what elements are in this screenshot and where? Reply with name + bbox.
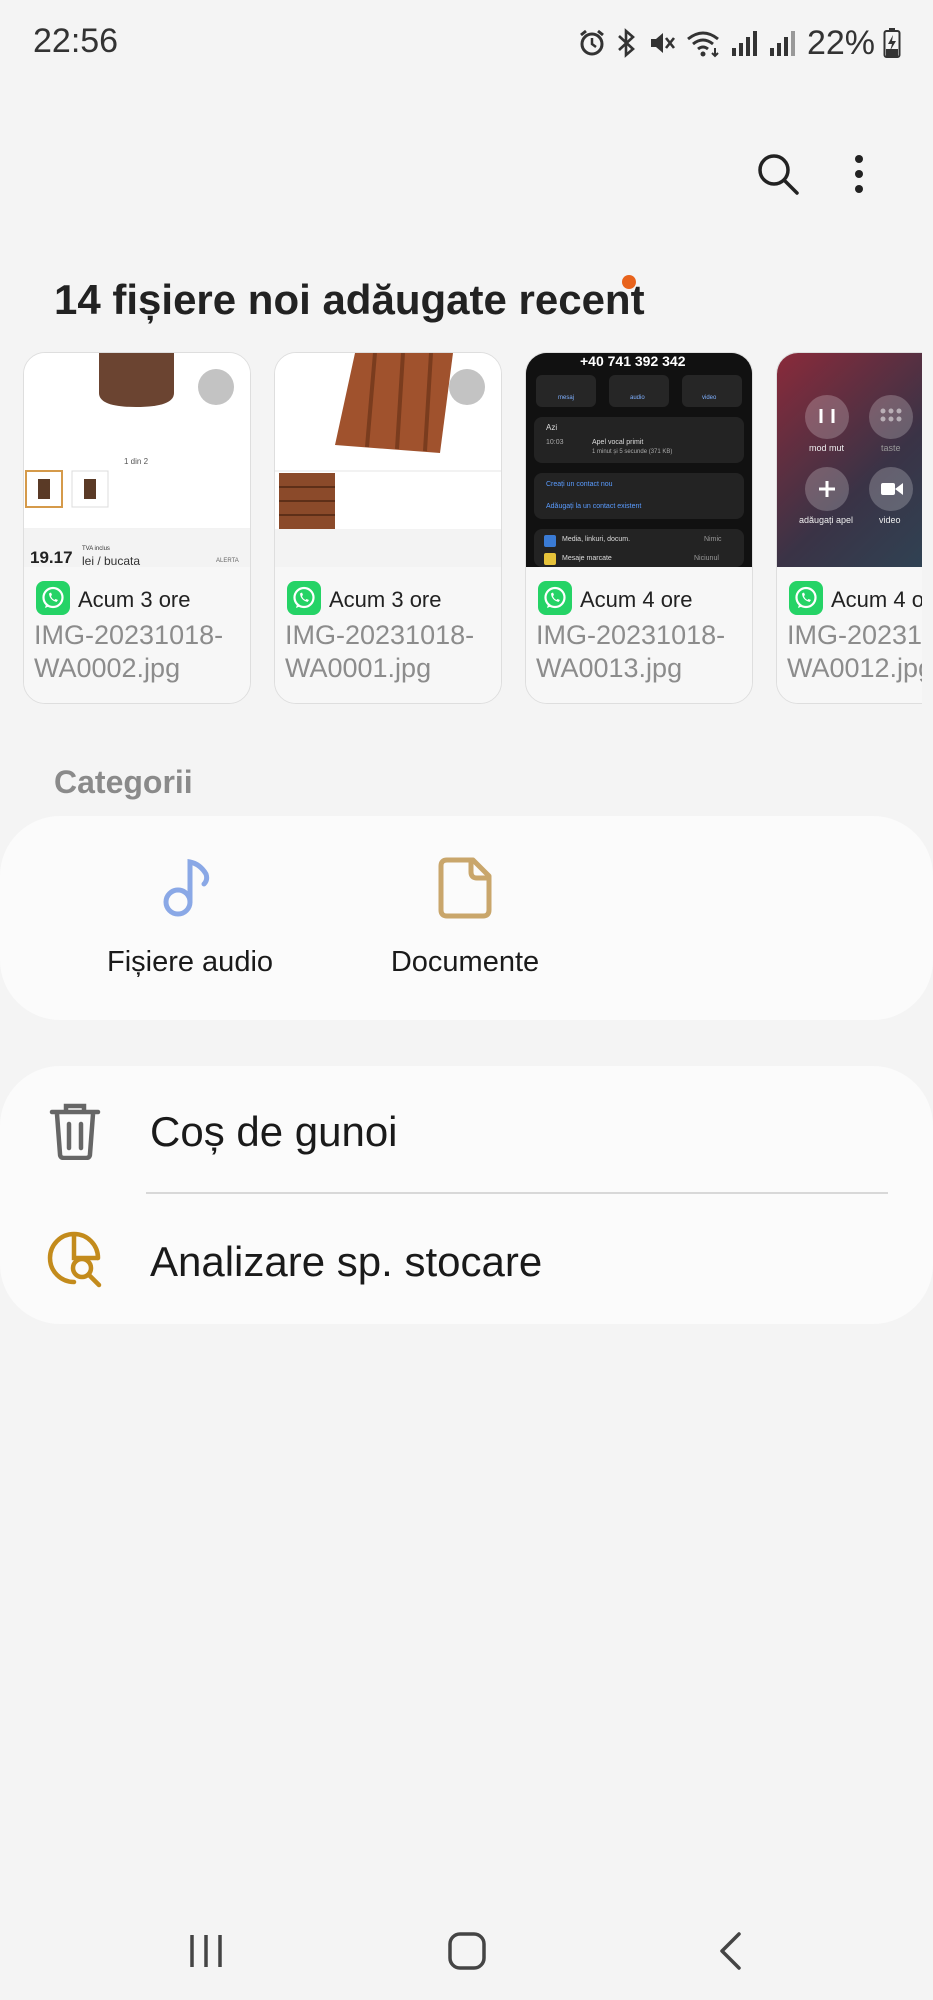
file-thumbnail: mod mut taste adăugați apel video bbox=[777, 353, 922, 567]
whatsapp-icon bbox=[538, 581, 572, 615]
thumb-text: video bbox=[702, 395, 717, 401]
whatsapp-icon bbox=[287, 581, 321, 615]
thumb-text: mesaj bbox=[558, 395, 575, 401]
file-thumbnail: +40 741 392 342 mesaj audio video Azi 10… bbox=[526, 353, 752, 567]
recent-apps-button[interactable] bbox=[176, 1928, 236, 1974]
thumb-text: video bbox=[879, 515, 901, 525]
status-bar: 22:56 22% bbox=[0, 0, 933, 84]
signal-icon-2 bbox=[769, 31, 795, 56]
recent-files-list[interactable]: 1 din 2 19.17 TVA inclus lei / bucata AL… bbox=[0, 352, 922, 706]
whatsapp-icon bbox=[789, 581, 823, 615]
thumb-text: adăugați apel bbox=[799, 515, 854, 525]
battery-charging-icon bbox=[883, 28, 901, 58]
shared-badge bbox=[198, 369, 234, 405]
thumb-text: ALERTA bbox=[216, 558, 239, 564]
recent-file-card[interactable]: mod mut taste adăugați apel video Acum 4… bbox=[776, 352, 922, 704]
category-audio-label: Fișiere audio bbox=[106, 946, 274, 978]
trash-icon bbox=[49, 1103, 101, 1160]
thumb-text: 19.17 bbox=[30, 548, 73, 567]
back-button[interactable] bbox=[700, 1928, 760, 1974]
thumb-text: Azi bbox=[546, 423, 558, 432]
storage-analysis-label: Analizare sp. stocare bbox=[150, 1238, 543, 1285]
storage-analysis-row[interactable]: Analizare sp. stocare bbox=[0, 1196, 933, 1324]
thumb-text: Apel vocal primit bbox=[592, 439, 644, 446]
file-time: Acum 4 ore bbox=[831, 587, 922, 612]
shared-badge bbox=[449, 369, 485, 405]
thumb-text: +40 741 392 342 bbox=[580, 353, 686, 369]
music-note-icon bbox=[163, 858, 210, 917]
file-name: IMG-20231018- WA0002.jpg bbox=[34, 620, 224, 683]
thumb-text: Nimic bbox=[704, 536, 722, 543]
trash-label: Coș de gunoi bbox=[150, 1108, 398, 1155]
mute-icon bbox=[650, 33, 675, 53]
search-button[interactable] bbox=[750, 146, 806, 202]
home-button[interactable] bbox=[437, 1928, 497, 1974]
divider bbox=[146, 1192, 888, 1194]
thumb-text: mod mut bbox=[809, 443, 845, 453]
home-icon bbox=[448, 1932, 486, 1970]
recent-file-card[interactable]: Acum 3 ore IMG-20231018- WA0001.jpg bbox=[274, 352, 502, 704]
more-options-button[interactable] bbox=[831, 146, 887, 202]
thumb-text: 1 din 2 bbox=[124, 457, 149, 466]
recent-files-title[interactable]: 14 fișiere noi adăugate recent bbox=[54, 276, 645, 324]
file-time: Acum 3 ore bbox=[329, 587, 442, 612]
wifi-icon bbox=[687, 31, 719, 58]
file-name: IMG-20231018- WA0013.jpg bbox=[536, 620, 726, 683]
thumb-text: Mesaje marcate bbox=[562, 555, 612, 562]
thumb-text: lei / bucata bbox=[82, 554, 141, 568]
battery-percent: 22% bbox=[806, 23, 875, 62]
more-options-icon bbox=[855, 155, 863, 193]
storage-analysis-icon bbox=[47, 1231, 102, 1288]
thumb-text: 1 minut și 5 secunde (371 KB) bbox=[592, 449, 673, 455]
recent-file-card[interactable]: 1 din 2 19.17 TVA inclus lei / bucata AL… bbox=[23, 352, 251, 704]
thumb-text: 10:03 bbox=[546, 439, 564, 446]
status-time: 22:56 bbox=[33, 22, 119, 60]
search-icon bbox=[758, 154, 799, 195]
categories-panel: Fișiere audio Documente bbox=[0, 816, 933, 1020]
file-name: IMG-20231018- WA0012.jpg bbox=[787, 620, 922, 683]
category-documents-label: Documente bbox=[390, 946, 540, 978]
thumb-text: TVA inclus bbox=[82, 546, 110, 552]
categories-label: Categorii bbox=[54, 764, 193, 800]
thumb-text: Creați un contact nou bbox=[546, 481, 613, 488]
document-icon bbox=[438, 857, 492, 919]
bluetooth-icon bbox=[618, 28, 635, 58]
new-files-indicator bbox=[622, 275, 636, 289]
navigation-bar bbox=[0, 1900, 933, 2000]
status-icons: 22% bbox=[577, 20, 901, 66]
thumb-text: Niciunul bbox=[694, 555, 719, 562]
file-name: IMG-20231018- WA0001.jpg bbox=[285, 620, 475, 683]
thumb-text: Media, linkuri, docum. bbox=[562, 536, 631, 543]
trash-row[interactable]: Coș de gunoi bbox=[0, 1066, 933, 1194]
thumb-text: Adăugați la un contact existent bbox=[546, 503, 642, 510]
whatsapp-icon bbox=[36, 581, 70, 615]
recent-apps-icon bbox=[190, 1935, 222, 1967]
category-documents[interactable]: Documente bbox=[365, 816, 565, 1020]
recent-file-card[interactable]: +40 741 392 342 mesaj audio video Azi 10… bbox=[525, 352, 753, 704]
utilities-panel: Coș de gunoi Analizare sp. stocare bbox=[0, 1066, 933, 1324]
file-time: Acum 3 ore bbox=[78, 587, 191, 612]
thumb-text: taste bbox=[881, 443, 901, 453]
category-audio[interactable]: Fișiere audio bbox=[90, 816, 290, 1020]
thumb-text: audio bbox=[630, 395, 645, 401]
back-icon bbox=[720, 1932, 741, 1970]
file-time: Acum 4 ore bbox=[580, 587, 693, 612]
alarm-icon bbox=[580, 29, 604, 56]
signal-icon bbox=[731, 31, 757, 56]
